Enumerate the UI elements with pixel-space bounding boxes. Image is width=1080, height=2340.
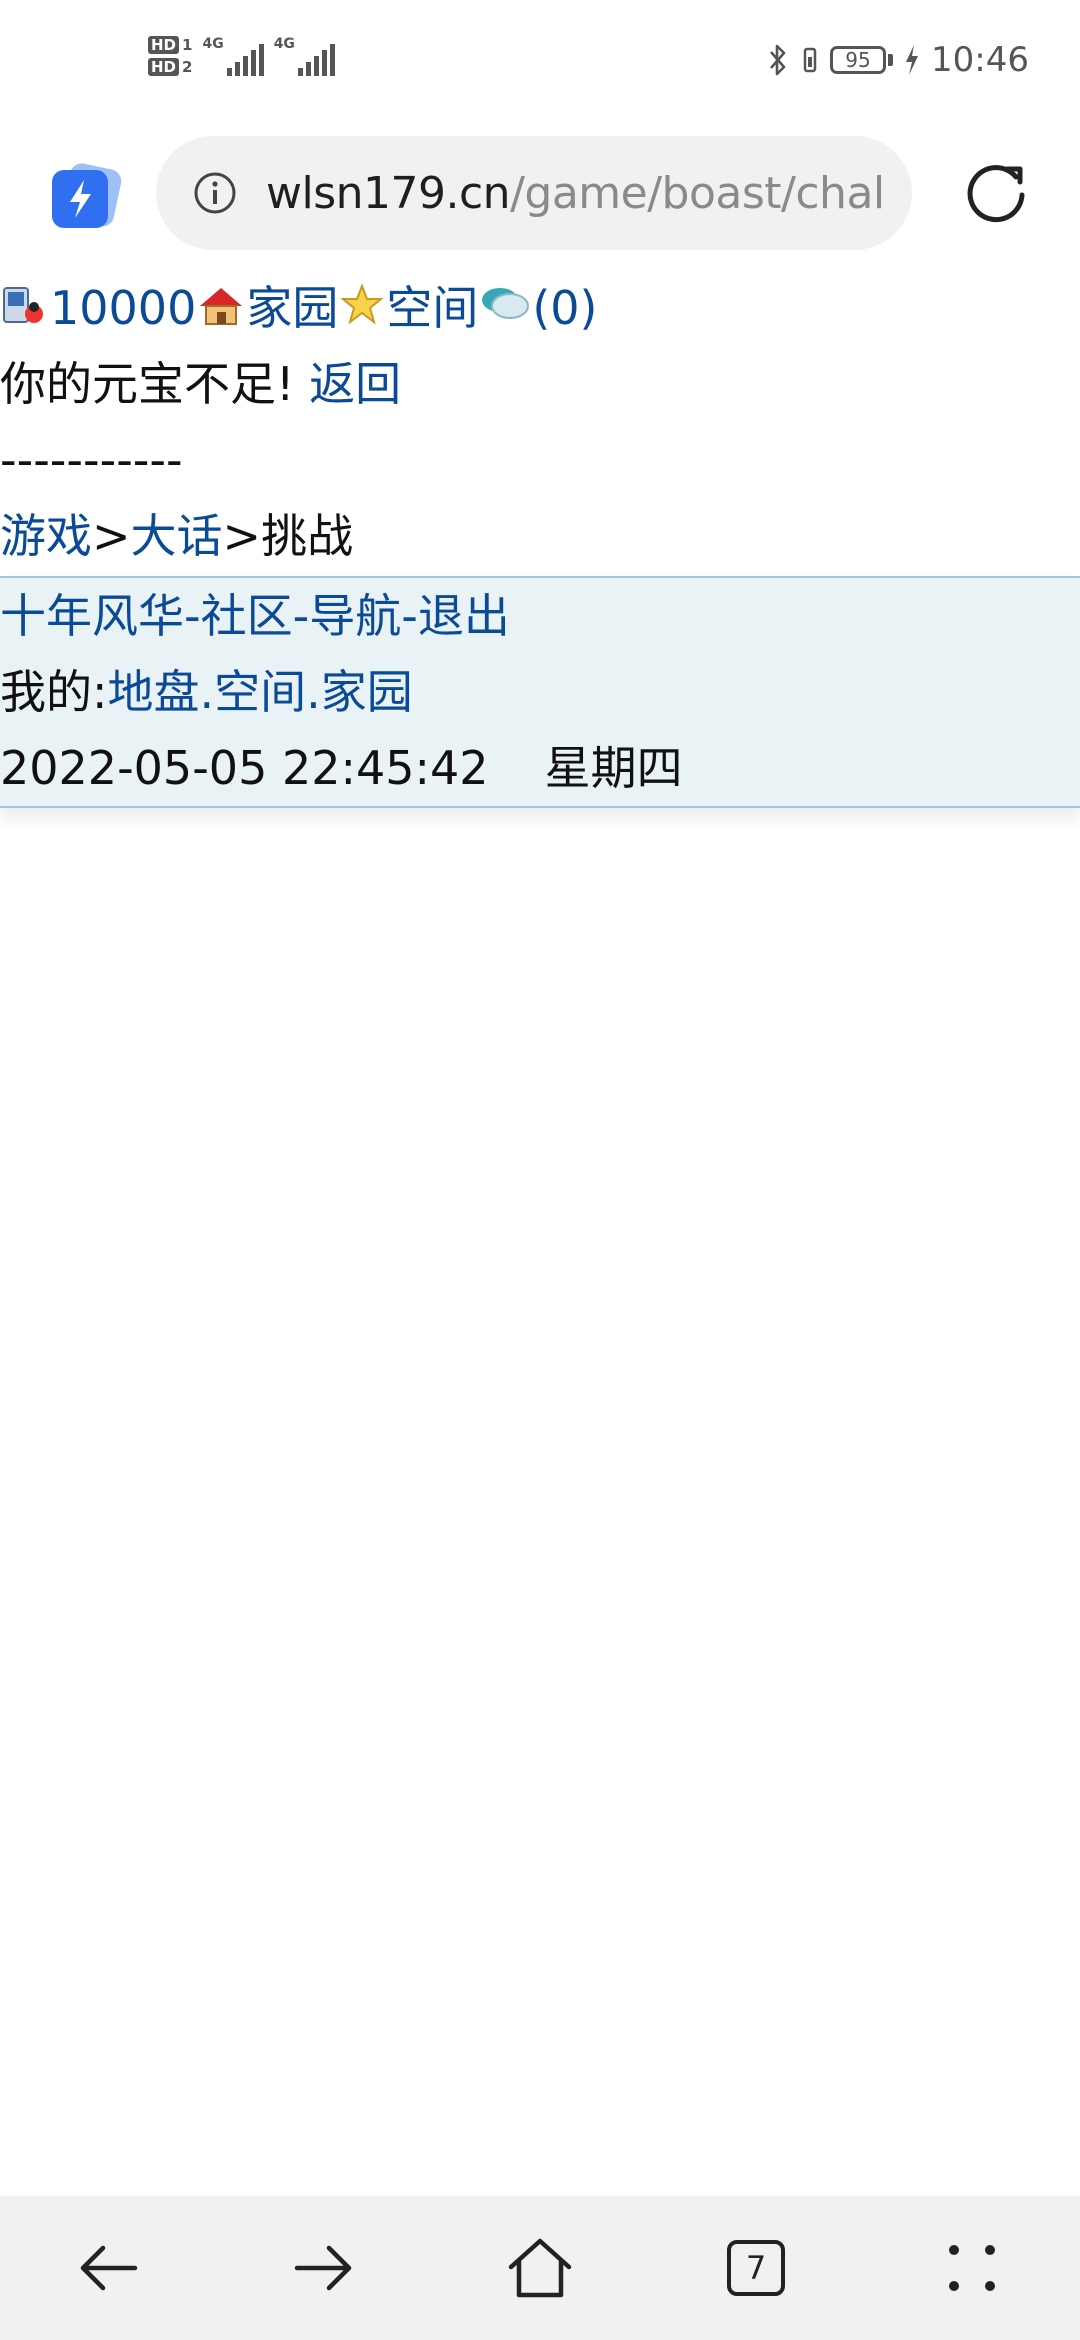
browser-bottom-nav: 7 xyxy=(0,2196,1080,2340)
tabs-icon: 7 xyxy=(727,2240,785,2296)
footer-dot: . xyxy=(306,665,321,719)
logout-link[interactable]: 退出 xyxy=(418,589,510,643)
footer-dash: - xyxy=(184,589,201,643)
mine-label: 我的: xyxy=(0,665,108,719)
footer-dash: - xyxy=(292,589,310,643)
datetime: 2022-05-05 22:45:42 xyxy=(0,741,489,795)
url-text[interactable]: wlsn179.cn/game/boast/chal xyxy=(266,168,885,219)
url-path: /game/boast/chal xyxy=(510,167,885,219)
arrow-left-icon xyxy=(80,2245,138,2291)
menu-button[interactable] xyxy=(922,2218,1022,2318)
home-button[interactable] xyxy=(490,2218,590,2318)
sim1-signal: 4G xyxy=(202,36,264,76)
star-icon xyxy=(338,274,386,350)
footer-datetime-line: 2022-05-05 22:45:42 星期四 xyxy=(0,730,1080,806)
reload-icon[interactable] xyxy=(960,155,1032,227)
address-bar[interactable]: wlsn179.cn/game/boast/chal xyxy=(156,136,912,250)
status-bar: HD 1 HD 2 4G 4G 95 10:46 xyxy=(0,0,1080,130)
hd-indicators: HD 1 HD 2 xyxy=(148,36,192,76)
browser-toolbar: wlsn179.cn/game/boast/chal xyxy=(0,130,1080,260)
chat-bubble-icon xyxy=(478,274,532,350)
battery-indicator: 95 xyxy=(830,46,894,74)
phone-user-icon xyxy=(0,274,50,350)
footer-nav-line: 十年风华-社区-导航-退出 xyxy=(0,578,1080,654)
footer-dot: . xyxy=(199,665,215,719)
status-time: 10:46 xyxy=(931,40,1029,80)
weekday: 星期四 xyxy=(544,741,683,795)
sim-slot-1: 1 xyxy=(182,36,193,54)
dots-menu-icon xyxy=(949,2245,995,2291)
breadcrumb: 游戏>大话>挑战 xyxy=(0,498,1080,574)
breadcrumb-dahua-link[interactable]: 大话 xyxy=(131,509,223,563)
coins-link[interactable]: 10000 xyxy=(50,281,196,335)
breadcrumb-game-link[interactable]: 游戏 xyxy=(0,509,92,563)
hd-badge-2: HD xyxy=(148,58,180,76)
space-link[interactable]: 空间 xyxy=(386,281,478,335)
territory-link[interactable]: 地盘 xyxy=(108,665,200,719)
hd-badge-1: HD xyxy=(148,36,180,54)
signal-indicators: HD 1 HD 2 4G 4G xyxy=(148,36,335,76)
error-line: 你的元宝不足! 返回 xyxy=(0,346,1080,422)
lightning-app-icon[interactable] xyxy=(44,156,124,236)
battery-level: 95 xyxy=(830,46,887,74)
sim-slot-2: 2 xyxy=(182,58,193,76)
site-footer: 十年风华-社区-导航-退出 我的:地盘.空间.家园 2022-05-05 22:… xyxy=(0,576,1080,808)
forward-button[interactable] xyxy=(274,2218,374,2318)
vibrate-icon xyxy=(800,43,820,77)
site-name-link[interactable]: 十年风华 xyxy=(0,589,184,643)
messages-link[interactable]: (0) xyxy=(532,281,597,335)
back-button[interactable] xyxy=(58,2218,158,2318)
system-indicators: 95 10:46 xyxy=(766,40,1029,80)
network-type-1: 4G xyxy=(202,36,224,52)
signal-bars-1-icon xyxy=(226,44,264,76)
house-icon xyxy=(196,274,246,350)
footer-mine-line: 我的:地盘.空间.家园 xyxy=(0,654,1080,730)
tabs-button[interactable]: 7 xyxy=(706,2218,806,2318)
breadcrumb-separator: > xyxy=(222,509,262,563)
error-message: 你的元宝不足! xyxy=(0,357,295,411)
home-icon xyxy=(508,2238,572,2298)
breadcrumb-separator: > xyxy=(92,509,131,563)
page-content: 10000 家园 空间 (0) 你的元宝不足! 返回 ----------- 游… xyxy=(0,270,1080,808)
navigation-link[interactable]: 导航 xyxy=(309,589,401,643)
back-link[interactable]: 返回 xyxy=(309,357,401,411)
home-link[interactable]: 家园 xyxy=(246,281,338,335)
network-type-2: 4G xyxy=(273,36,295,52)
url-host: wlsn179.cn xyxy=(266,167,511,219)
user-top-bar: 10000 家园 空间 (0) xyxy=(0,270,1080,346)
divider-line: ----------- xyxy=(0,433,183,487)
community-link[interactable]: 社区 xyxy=(201,589,293,643)
sim2-signal: 4G xyxy=(274,36,335,76)
breadcrumb-current: 挑战 xyxy=(261,509,354,563)
my-home-link[interactable]: 家园 xyxy=(321,665,413,719)
charging-bolt-icon xyxy=(903,43,921,77)
footer-dash: - xyxy=(401,589,418,643)
info-icon[interactable] xyxy=(192,170,238,216)
bluetooth-icon xyxy=(766,42,790,78)
arrow-right-icon xyxy=(294,2245,352,2291)
my-space-link[interactable]: 空间 xyxy=(214,665,306,719)
signal-bars-2-icon xyxy=(297,44,335,76)
